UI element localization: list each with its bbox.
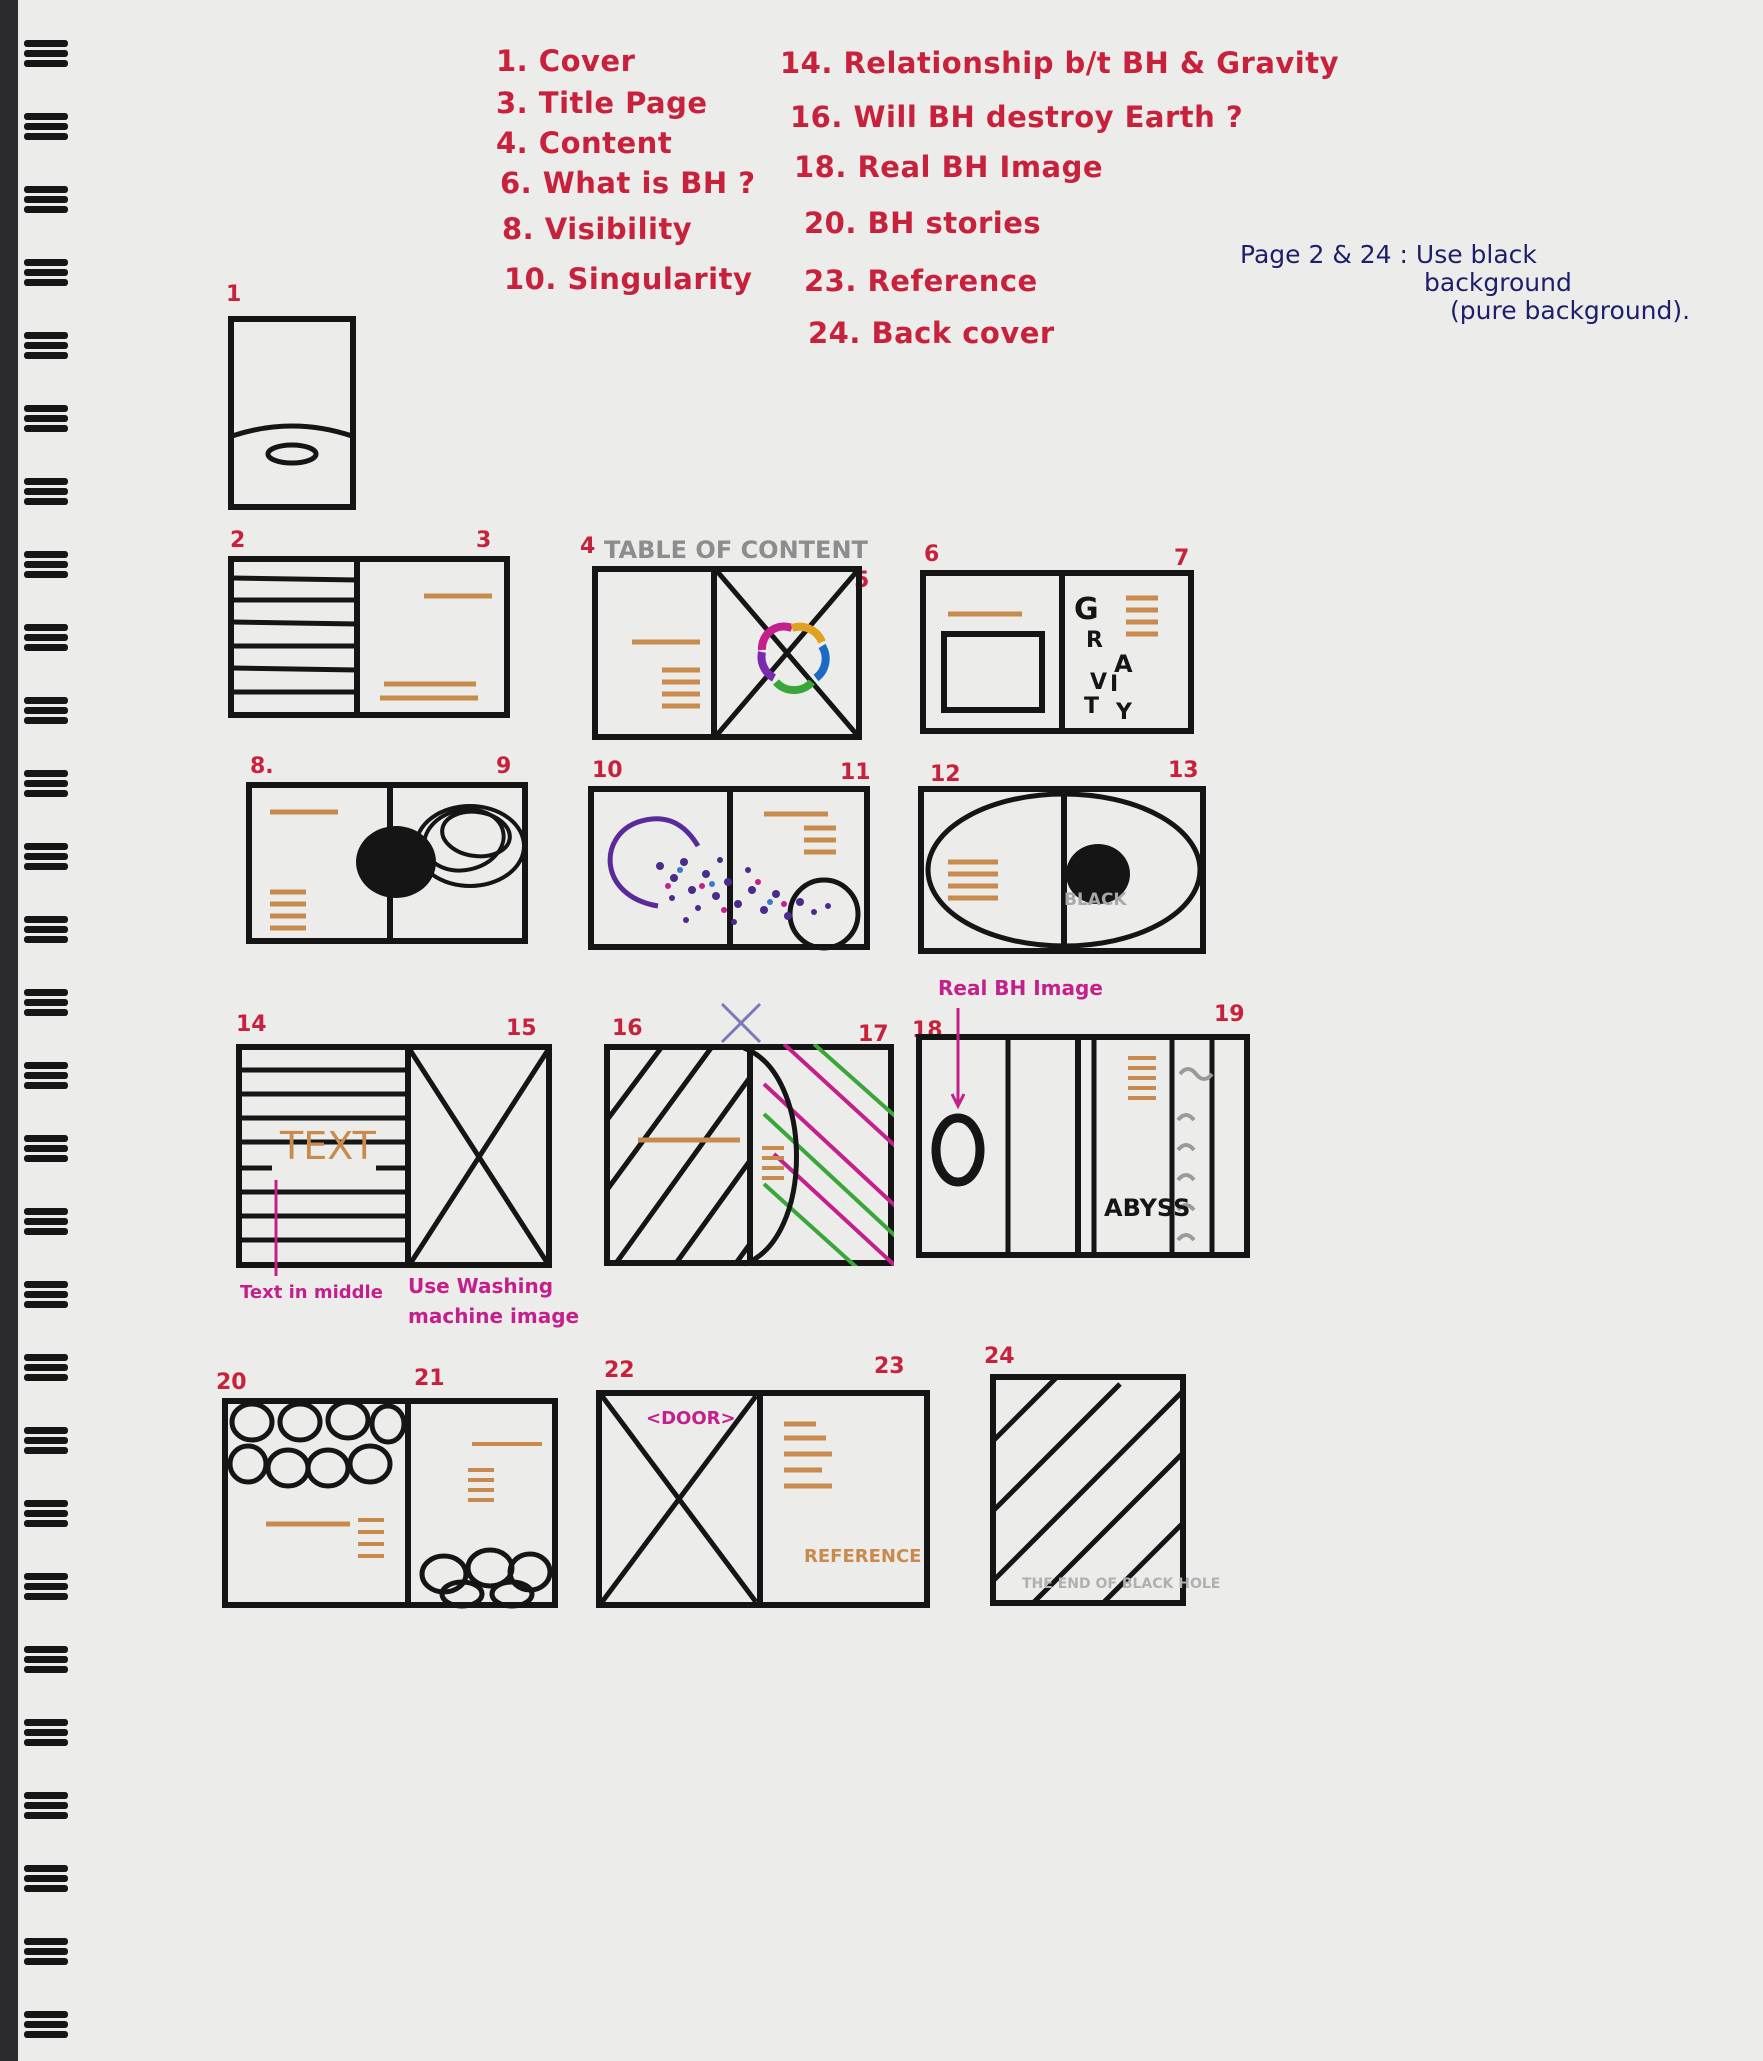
page-number: 4 [580, 534, 596, 559]
spiral-coil [24, 1427, 68, 1455]
sketchbook-page: 1. Cover 3. Title Page 4. Content 6. Wha… [18, 0, 1763, 2061]
gravity-letter: G [1074, 592, 1099, 627]
spread-20-21-sketch [227, 1399, 553, 1609]
spiral-coil [24, 1573, 68, 1601]
page-number: 21 [414, 1366, 445, 1391]
spiral-coil [24, 113, 68, 141]
spread-4-5-sketch [632, 568, 860, 738]
page-number: 16 [612, 1016, 643, 1041]
gravity-letter: I [1110, 672, 1119, 697]
page-number: 22 [604, 1358, 635, 1383]
spiral-coil [24, 916, 68, 944]
back-cover-hatching [996, 1380, 1180, 1600]
table-of-content-label: TABLE OF CONTENT [604, 536, 868, 564]
contents-item: 18. Real BH Image [794, 150, 1104, 184]
spiral-coil [24, 1865, 68, 1893]
back-cover-text: THE END OF BLACK HOLE [1022, 1576, 1221, 1592]
cover-sketch [231, 423, 353, 466]
spiral-coil [24, 2011, 68, 2039]
contents-item: 20. BH stories [804, 206, 1042, 240]
page-number: 1 [226, 282, 242, 307]
spiral-coil [24, 40, 68, 68]
spiral-coil [24, 332, 68, 360]
spiral-coil [24, 405, 68, 433]
spread-8-9-sketch [270, 784, 526, 942]
spiral-coil [24, 624, 68, 652]
particle-cloud [656, 857, 831, 925]
spread-6-7-sketch [941, 572, 1158, 732]
page-number: 14 [236, 1012, 267, 1037]
washing-machine-note: machine image [408, 1304, 580, 1328]
spiral-coil [24, 989, 68, 1017]
washing-machine-note: Use Washing [408, 1274, 554, 1298]
page-number: 2 [230, 528, 246, 553]
spiral-coil [24, 843, 68, 871]
side-note-line: background [1424, 268, 1572, 297]
page-number: 11 [840, 760, 871, 785]
abyss-label: ABYSS [1104, 1194, 1191, 1222]
contents-item: 14. Relationship b/t BH & Gravity [780, 46, 1340, 80]
page-number: 13 [1168, 758, 1199, 783]
spiral-coil [24, 1135, 68, 1163]
spiral-coil [24, 551, 68, 579]
text-label: TEXT [280, 1124, 376, 1168]
spiral-coil [24, 186, 68, 214]
gravity-letter: T [1084, 694, 1100, 719]
page-number: 9 [496, 754, 512, 779]
contents-item: 16. Will BH destroy Earth ? [790, 100, 1244, 134]
spiral-coil [24, 1719, 68, 1747]
spiral-coil [24, 1792, 68, 1820]
gravity-letter: R [1086, 628, 1103, 653]
reference-label: REFERENCE [804, 1546, 922, 1567]
contents-item: 24. Back cover [808, 316, 1055, 350]
spiral-coil [24, 1062, 68, 1090]
text-in-middle-note: Text in middle [240, 1282, 383, 1303]
spiral-coil [24, 478, 68, 506]
spiral-coil [24, 697, 68, 725]
spiral-coil [24, 1938, 68, 1966]
spread-18-19-sketch [931, 1008, 1215, 1256]
real-bh-image-label: Real BH Image [938, 976, 1103, 1000]
page-number: 8. [250, 754, 274, 779]
gravity-letter: V [1090, 670, 1108, 695]
black-label: BLACK [1064, 890, 1127, 910]
page-number: 10 [592, 758, 623, 783]
spread-2-3-sketch [231, 558, 492, 716]
page-number: 23 [874, 1354, 905, 1379]
side-note-line: (pure background). [1450, 296, 1691, 325]
spiral-coil [24, 1500, 68, 1528]
page-number: 20 [216, 1370, 247, 1395]
spread-16-17-sketch [604, 1002, 894, 1267]
spread-10-11-sketch [607, 788, 861, 951]
contents-item: 3. Title Page [496, 86, 708, 120]
spiral-coil [24, 259, 68, 287]
page-number: 15 [506, 1016, 537, 1041]
spread-12-13-sketch [925, 788, 1203, 952]
page-number: 7 [1174, 546, 1190, 571]
side-note-line: Page 2 & 24 : Use black [1240, 240, 1537, 269]
spiral-binding [18, 0, 88, 2061]
contents-item: 23. Reference [804, 264, 1038, 298]
spiral-coil [24, 1646, 68, 1674]
page-number: 6 [924, 542, 940, 567]
contents-item: 4. Content [496, 126, 673, 160]
spiral-coil [24, 1354, 68, 1382]
page-number: 12 [930, 762, 961, 787]
contents-item: 10. Singularity [504, 262, 753, 296]
spiral-coil [24, 1281, 68, 1309]
contents-item: 6. What is BH ? [500, 166, 756, 200]
spiral-coil [24, 1208, 68, 1236]
contents-item: 1. Cover [496, 44, 636, 78]
contents-item: 8. Visibility [502, 212, 693, 246]
gravity-letter: Y [1116, 700, 1132, 725]
page-number: 3 [476, 528, 492, 553]
page-number: 24 [984, 1344, 1015, 1369]
door-label: <DOOR> [646, 1408, 736, 1429]
page-number: 19 [1214, 1002, 1245, 1027]
spiral-coil [24, 770, 68, 798]
